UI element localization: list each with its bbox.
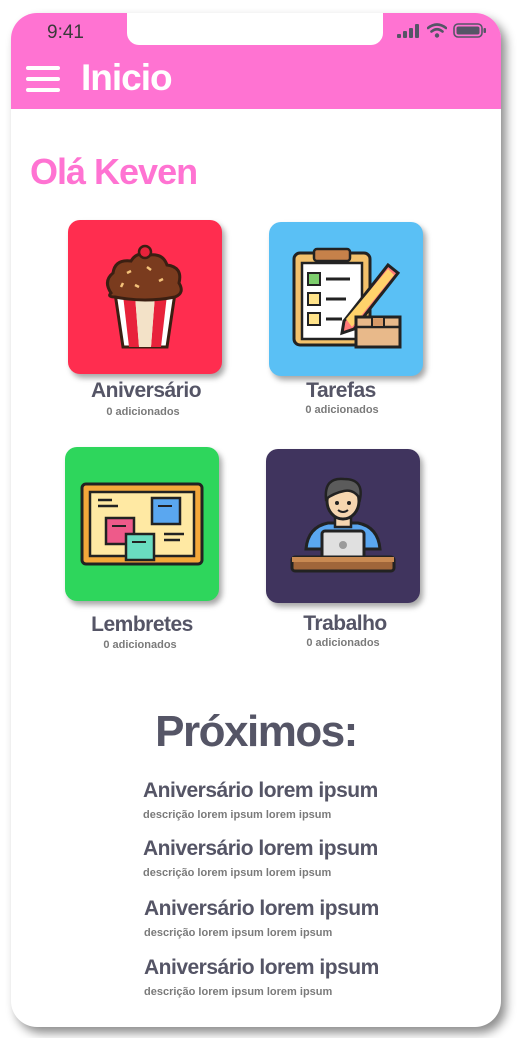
upcoming-event-description: descrição lorem ipsum lorem ipsum <box>144 927 333 939</box>
sticky-notes-board-icon <box>80 482 204 566</box>
upcoming-event-description: descrição lorem ipsum lorem ipsum <box>143 867 332 879</box>
upcoming-event-title[interactable]: Aniversário lorem ipsum <box>144 897 379 921</box>
upcoming-event-title[interactable]: Aniversário lorem ipsum <box>143 837 378 861</box>
person-laptop-icon <box>290 477 396 573</box>
category-title-tarefas: Tarefas <box>306 379 376 402</box>
upcoming-event-title[interactable]: Aniversário lorem ipsum <box>144 956 379 980</box>
upcoming-event-description: descrição lorem ipsum lorem ipsum <box>144 986 333 998</box>
upcoming-section-title: Próximos: <box>155 707 358 756</box>
category-count-trabalho: 0 adicionados <box>306 637 380 649</box>
wifi-icon <box>427 23 447 38</box>
checklist-pencil-icon <box>292 247 402 349</box>
battery-icon <box>453 23 486 38</box>
page-title: Inicio <box>81 57 173 98</box>
status-time: 9:41 <box>47 22 84 43</box>
upcoming-event-title[interactable]: Aniversário lorem ipsum <box>143 779 378 803</box>
upcoming-event-description: descrição lorem ipsum lorem ipsum <box>143 809 332 821</box>
greeting-text: Olá Keven <box>30 151 198 192</box>
category-count-aniversario: 0 adicionados <box>106 406 180 418</box>
phone-frame: 9:41 Inicio Olá Keven Aniversário 0 adic… <box>11 13 501 1027</box>
hamburger-menu-icon[interactable] <box>26 66 60 92</box>
phone-notch <box>127 13 383 45</box>
category-count-tarefas: 0 adicionados <box>305 404 379 416</box>
category-count-lembretes: 0 adicionados <box>103 639 177 651</box>
category-card-aniversario[interactable] <box>68 220 222 374</box>
status-icons <box>397 23 487 38</box>
signal-icon <box>397 23 419 38</box>
category-title-lembretes: Lembretes <box>91 613 193 636</box>
category-title-trabalho: Trabalho <box>303 612 387 635</box>
app-bar: 9:41 Inicio <box>11 13 501 109</box>
category-card-trabalho[interactable] <box>266 449 420 603</box>
category-card-tarefas[interactable] <box>269 222 423 376</box>
category-card-lembretes[interactable] <box>65 447 219 601</box>
cupcake-icon <box>106 244 183 349</box>
category-title-aniversario: Aniversário <box>90 379 202 402</box>
